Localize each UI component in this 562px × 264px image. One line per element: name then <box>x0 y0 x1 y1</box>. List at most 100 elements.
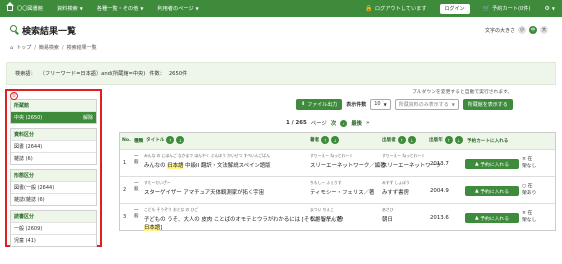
header-publisher-label: 出版者 <box>382 138 396 143</box>
row-title-link[interactable]: みんなの 日本語 中級II 翻訳・文法解説スペイン語版 <box>144 161 271 169</box>
page-title: 検索結果一覧 <box>22 26 77 37</box>
reserve-cart-link[interactable]: 🛒 予約カート(0件) <box>476 0 538 17</box>
sort-up-icon[interactable]: ↑ <box>166 136 175 144</box>
row-publisher: みすず書房 <box>382 190 409 196</box>
condition-count-label: 件数： <box>149 71 165 77</box>
sort-down-icon[interactable]: ↓ <box>454 136 463 144</box>
font-size-medium-button[interactable]: 中 <box>529 26 537 34</box>
table-row: 3 一般 こども そうぞう おとな の ひご 子どもの うそ、大人の 皮肉 こと… <box>120 203 555 231</box>
facet-row[interactable]: 図書(一般 (2644) <box>11 181 96 193</box>
breadcrumb-separator: / <box>61 44 64 51</box>
row-title-highlight: 日本語 <box>167 163 184 169</box>
settings-menu[interactable]: ⚙ ▼ <box>538 0 562 17</box>
file-output-button[interactable]: ⬇ ファイル出力 <box>296 98 343 110</box>
nav-home-label: 〇〇図書館 <box>17 6 43 12</box>
facet-header: 所蔵館 <box>11 100 96 111</box>
facet-row[interactable]: 雑誌(雑誌 (6) <box>11 193 96 205</box>
font-size-label: 文字の大きさ <box>484 27 515 34</box>
row-title-post: ] <box>160 225 163 231</box>
row-title-post: 中級II 翻訳・文法解説スペイン語版 <box>183 163 271 169</box>
header-category: 種類 <box>134 139 144 144</box>
chevron-right-icon[interactable]: › <box>340 119 348 127</box>
toolbar-note: プルダウンを変更すると自動で実行されます。 <box>412 90 513 95</box>
double-chevron-right-icon[interactable]: » <box>366 120 369 126</box>
facet-holding-library: 所蔵館 中央 (2650) 解除 <box>10 99 97 124</box>
header-reserve: 予約カートに入れる <box>467 139 509 144</box>
facet-row[interactable]: 一般 (2609) <box>11 222 96 234</box>
breadcrumb-top[interactable]: トップ <box>16 44 31 51</box>
facet-row-label: 児童 (41) <box>14 238 36 244</box>
top-nav: 〇〇図書館 資料検索 ▼ 各種一覧・その他 ▼ 利用者のページ ▼ 🔒 ログアウ… <box>0 0 562 17</box>
chevron-down-icon: ▼ <box>195 6 199 11</box>
add-to-reserve-button[interactable]: ▲ 予約に入れる <box>465 186 519 196</box>
facet-row-label: 中央 (2650) <box>14 115 43 121</box>
breadcrumb-current: 検索結果一覧 <box>66 45 97 51</box>
availability-status-line1: × 在 <box>522 157 533 162</box>
login-button[interactable]: ログイン <box>439 3 470 14</box>
sort-up-icon[interactable]: ↑ <box>397 136 406 144</box>
show-holdings-button[interactable]: 所蔵館を表示する <box>462 98 513 110</box>
last-page-link[interactable]: 最後 <box>351 119 362 127</box>
row-author: スリーエーネットワーク／編著 <box>310 163 386 169</box>
home-icon: ⌂ <box>10 44 14 51</box>
breadcrumb: ⌂ トップ / 簡易検索 / 検索結果一覧 <box>10 44 97 52</box>
display-count-value: 10 <box>374 101 381 107</box>
availability-status: × 在 架なし <box>522 210 536 224</box>
facet-row-label: 雑誌(雑誌 (6) <box>14 197 45 203</box>
breadcrumb-simple-search[interactable]: 簡易検索 <box>39 44 59 51</box>
next-page-link[interactable]: 次 <box>331 119 336 127</box>
add-to-reserve-button[interactable]: ▲ 予約に入れる <box>465 159 519 169</box>
nav-user-menu[interactable]: 利用者のページ ▼ <box>150 0 205 17</box>
cart-icon: ▲ <box>474 215 479 221</box>
facet-row[interactable]: 図書 (2644) <box>11 140 96 152</box>
facet-reader-type: 読書区分 一般 (2609) 児童 (41) <box>10 210 97 247</box>
title-row: 検索結果一覧 文字の大きさ 小 中 大 <box>0 22 562 38</box>
sort-down-icon[interactable]: ↓ <box>176 136 185 144</box>
table-row: 2 一般 すたーだいざー スターゲイザー アマチュア天体観測家が拓く宇宙 ちもし… <box>120 176 555 203</box>
facet-material-type: 資料区分 図書 (2644) 雑誌 (6) <box>10 128 97 165</box>
chevron-down-icon: ▼ <box>383 101 387 107</box>
availability-status-line2: 架なし <box>522 164 537 169</box>
row-title-link-cont[interactable]: 日本語] <box>144 223 162 231</box>
nav-user-label: 利用者のページ <box>157 6 194 12</box>
add-to-reserve-button[interactable]: ▲ 予約に入れる <box>465 213 519 223</box>
condition-query: （フリーワード=日本語）and(所蔵館=中央) <box>39 71 146 77</box>
sort-up-icon[interactable]: ↑ <box>444 136 453 144</box>
row-title-highlight: 日本語 <box>144 225 161 231</box>
lock-icon: 🔒 <box>365 5 373 12</box>
font-size-large-button[interactable]: 大 <box>540 26 548 34</box>
breadcrumb-separator: / <box>34 44 36 51</box>
row-author: ティモシー・フェリス／著 <box>310 190 375 196</box>
display-count-select[interactable]: 10 ▼ <box>370 98 391 110</box>
header-author: 著者 ↑ ↓ <box>310 136 340 144</box>
annotation-marker: ① <box>10 92 18 100</box>
cart-icon: 🛒 <box>482 5 491 12</box>
facet-row[interactable]: 雑誌 (6) <box>11 152 96 164</box>
row-author-reading: まつい ちえこ <box>310 207 334 212</box>
font-size-small-button[interactable]: 小 <box>518 26 526 34</box>
facet-header: 資料区分 <box>11 129 96 140</box>
sort-up-icon[interactable]: ↑ <box>321 136 330 144</box>
nav-home[interactable]: 〇〇図書館 <box>0 0 50 17</box>
chevron-down-icon: ▼ <box>140 6 144 11</box>
header-year: 出版年 ↑ ↓ <box>429 136 463 144</box>
holdings-filter-select[interactable]: 所蔵資料のみ表示する ▼ <box>394 98 459 110</box>
nav-lists-menu[interactable]: 各種一覧・その他 ▼ <box>90 0 151 17</box>
header-no: No. <box>122 138 131 143</box>
row-year: 2013.7 <box>430 161 449 167</box>
row-number: 2 <box>123 187 127 193</box>
availability-status-line1: ○ 在 <box>522 184 533 189</box>
facet-clear-button[interactable]: 解除 <box>83 114 93 121</box>
sort-down-icon[interactable]: ↓ <box>331 136 340 144</box>
header-year-label: 出版年 <box>429 138 443 143</box>
page-indicator: 1 / 265 <box>286 120 307 126</box>
facet-row[interactable]: 児童 (41) <box>11 234 96 246</box>
table-row: 1 一般 みんな の にほんご なかまで ほんやく ぶんぽう かいせつ すぺいん… <box>120 149 555 176</box>
row-title-link[interactable]: スターゲイザー アマチュア天体観測家が拓く宇宙 <box>144 188 264 196</box>
header-author-label: 著者 <box>310 138 320 143</box>
sort-down-icon[interactable]: ↓ <box>407 136 416 144</box>
header-publisher: 出版者 ↑ ↓ <box>382 136 416 144</box>
reserve-label: 予約に入れる <box>480 216 510 222</box>
facet-row-selected[interactable]: 中央 (2650) 解除 <box>11 111 96 123</box>
nav-search-menu[interactable]: 資料検索 ▼ <box>50 0 90 17</box>
